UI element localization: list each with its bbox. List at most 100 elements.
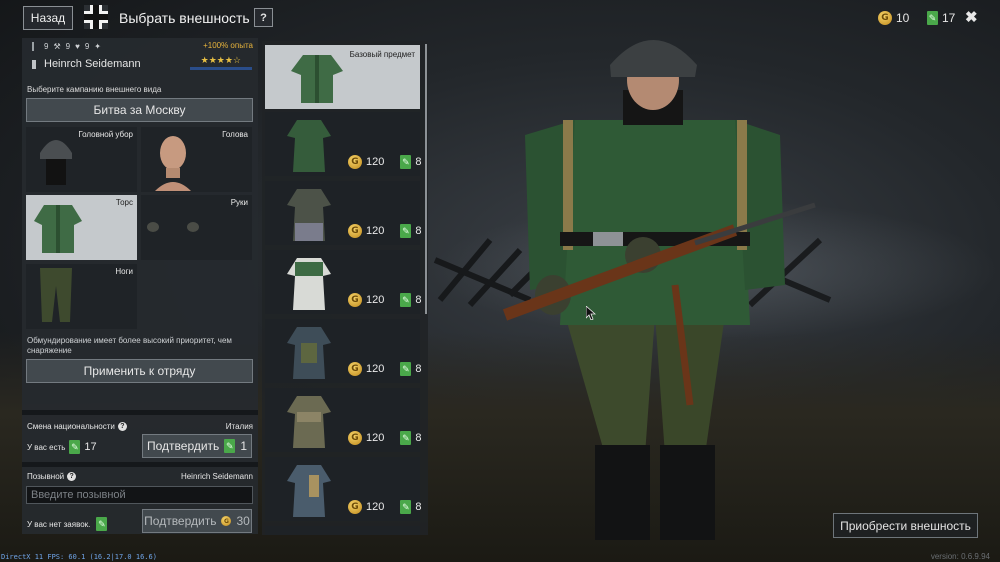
- gold-coin-icon: G: [348, 224, 362, 238]
- price-tickets: 8: [415, 501, 422, 513]
- soldier-name: Heinrch Seidemann: [44, 58, 141, 70]
- slot-label: Торс: [115, 198, 133, 207]
- gold-coin-icon: G: [348, 431, 362, 445]
- ticket-icon: ✎: [69, 440, 81, 454]
- callsign-requests: У вас нет заявок. ✎: [27, 517, 108, 531]
- slot-label: Голова: [222, 130, 248, 139]
- item-thumbnail: [287, 396, 331, 448]
- gold-coin-icon: G: [348, 500, 362, 514]
- jacket-thumbnail: [34, 205, 82, 253]
- item-thumbnail: [287, 327, 331, 379]
- list-item[interactable]: Базовый предмет: [265, 45, 420, 109]
- list-item[interactable]: G 120 ✎ 8: [265, 388, 421, 452]
- ticket-amount: 17: [942, 11, 956, 25]
- slot-head[interactable]: Голова: [141, 127, 252, 192]
- item-price: G 120 ✎ 8: [348, 500, 421, 514]
- item-price: G 120 ✎ 8: [348, 362, 421, 376]
- soldier-rating: ★★★★☆: [200, 55, 241, 65]
- list-item[interactable]: G 120 ✎ 8: [265, 319, 421, 383]
- list-item[interactable]: G 120 ✎ 8: [265, 250, 421, 314]
- question-icon[interactable]: ?: [67, 472, 77, 481]
- item-list-scrollbar[interactable]: [425, 44, 427, 314]
- ticket-icon: ✎: [400, 224, 412, 238]
- slot-label: Головной убор: [78, 130, 133, 139]
- confirm-callsign-button[interactable]: Подтвердить G 30: [142, 509, 252, 533]
- item-price: G 120 ✎ 8: [348, 224, 421, 238]
- appearance-panel: 9 ⚒ 9 ♥ 9 ✦ +100% опыта Heinrch Seidemann ★…: [22, 38, 258, 534]
- price-gold: 120: [366, 156, 385, 168]
- price-tickets: 8: [415, 363, 422, 375]
- slot-label: Руки: [230, 198, 248, 207]
- campaign-select-button[interactable]: Битва за Москву: [26, 98, 253, 122]
- gold-coin-icon: G: [221, 516, 232, 526]
- slot-torso[interactable]: Торс: [26, 195, 137, 260]
- ticket-icon: ✎: [400, 155, 412, 169]
- soldier-class-icon: [32, 60, 36, 69]
- price-gold: 120: [366, 294, 385, 306]
- help-button[interactable]: ?: [254, 8, 273, 27]
- back-button[interactable]: Назад: [23, 6, 73, 30]
- callsign-title: Позывной ?: [27, 472, 77, 481]
- slot-label: Ноги: [115, 267, 133, 276]
- apply-to-squad-button[interactable]: Применить к отряду: [26, 359, 253, 383]
- item-thumbnail: [287, 258, 331, 310]
- item-label: Базовый предмет: [349, 50, 415, 59]
- ticket-icon: ✎: [96, 517, 108, 531]
- nationality-balance: У вас есть ✎ 17: [27, 440, 97, 454]
- item-price: G 120 ✎ 8: [348, 155, 421, 169]
- slot-legs[interactable]: Ноги: [26, 264, 137, 329]
- callsign-input[interactable]: [26, 486, 253, 504]
- debug-fps: DirectX 11 FPS: 60.1 (16.2|17.0 16.6): [1, 553, 157, 561]
- callsign-title-text: Позывной: [27, 472, 65, 481]
- slot-hands[interactable]: Руки: [141, 195, 252, 260]
- confirm-nationality-button[interactable]: Подтвердить ✎ 1: [142, 434, 252, 458]
- ticket-icon: ✎: [224, 439, 236, 453]
- list-item[interactable]: G 120 ✎ 8: [265, 457, 421, 521]
- gloves-thumbnail: [147, 222, 199, 232]
- confirm-label: Подтвердить: [147, 439, 220, 453]
- soldier-model: [502, 40, 816, 540]
- page-title: Выбрать внешность: [119, 10, 250, 26]
- price-gold: 120: [366, 363, 385, 375]
- confirm-label: Подтвердить: [144, 514, 217, 528]
- soldier-header: 9 ⚒ 9 ♥ 9 ✦ +100% опыта Heinrch Seidemann ★…: [22, 38, 258, 76]
- price-gold: 120: [366, 432, 385, 444]
- ticket-icon: ✎: [400, 431, 412, 445]
- buy-appearance-button[interactable]: Приобрести внешность: [833, 513, 978, 538]
- price-gold: 120: [366, 225, 385, 237]
- gold-coin-icon: G: [348, 293, 362, 307]
- stat-icon: ⚒: [53, 42, 61, 51]
- ticket-icon: ✎: [927, 11, 938, 25]
- list-item[interactable]: [265, 526, 420, 535]
- confirm-cost: 1: [240, 439, 247, 453]
- item-price: G 120 ✎ 8: [348, 431, 421, 445]
- version-label: version: 0.6.9.94: [930, 552, 990, 561]
- stat-value: 9: [44, 42, 49, 51]
- ticket-icon: ✎: [400, 362, 412, 376]
- price-tickets: 8: [415, 294, 422, 306]
- gold-coin-icon: G: [348, 155, 362, 169]
- price-tickets: 8: [415, 156, 422, 168]
- have-count: 17: [84, 441, 97, 453]
- helmet-thumbnail: [40, 140, 72, 185]
- question-icon[interactable]: ?: [117, 422, 127, 431]
- list-item[interactable]: G 120 ✎ 8: [265, 181, 421, 245]
- gold-balance: G 10: [878, 11, 909, 25]
- top-bar: Назад Выбрать внешность ? G 10 ✎ 17 ✖: [0, 0, 1000, 38]
- item-thumbnail: [287, 189, 331, 241]
- item-price: G 120 ✎ 8: [348, 293, 421, 307]
- item-thumbnail: [291, 55, 343, 103]
- appearance-item-list[interactable]: Базовый предмет G 120 ✎ 8 G 120 ✎ 8 G 12…: [262, 41, 428, 535]
- gold-coin-icon: G: [348, 362, 362, 376]
- have-label: У вас есть: [27, 442, 66, 452]
- ticket-balance: ✎ 17: [927, 11, 955, 25]
- gold-amount: 10: [896, 11, 910, 25]
- price-tickets: 8: [415, 432, 422, 444]
- slot-headgear[interactable]: Головной убор: [26, 127, 137, 192]
- divider: [22, 462, 258, 467]
- close-icon[interactable]: ✖: [965, 8, 978, 26]
- head-thumbnail: [155, 136, 191, 191]
- list-item[interactable]: G 120 ✎ 8: [265, 112, 421, 176]
- nationality-value: Италия: [225, 422, 253, 431]
- price-tickets: 8: [415, 225, 422, 237]
